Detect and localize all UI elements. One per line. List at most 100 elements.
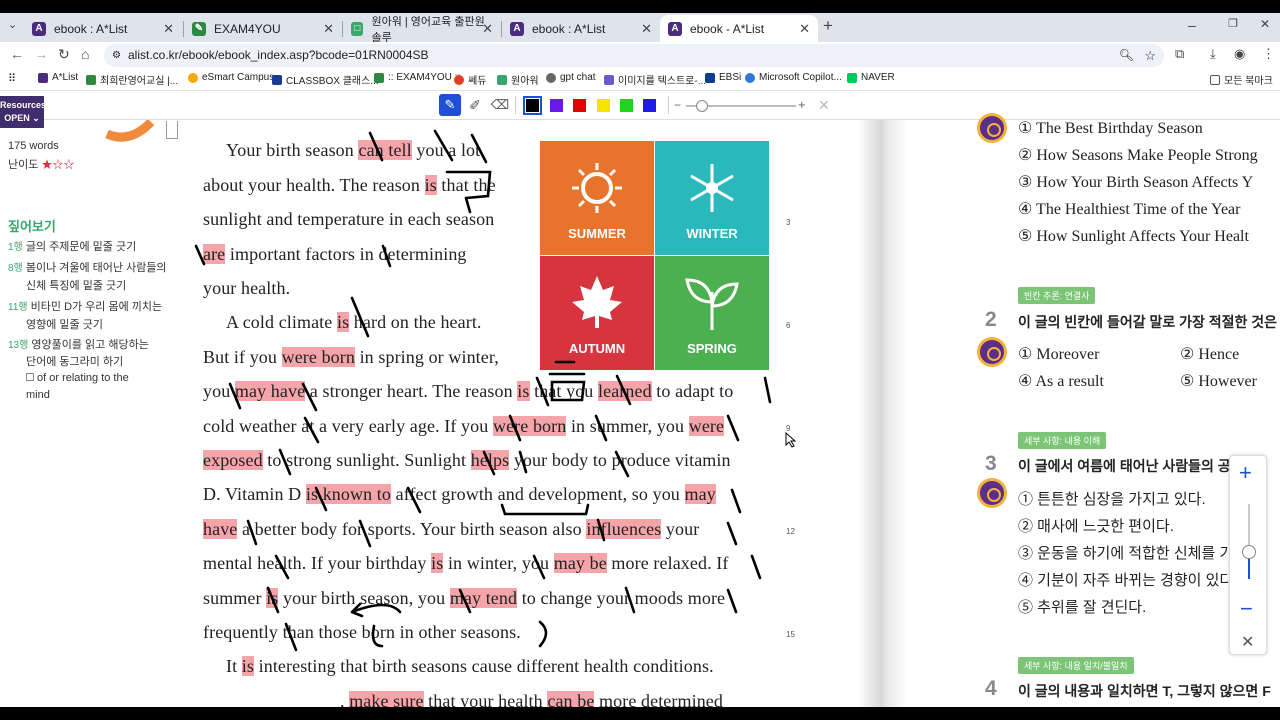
gloss: of or relating to the: [26, 372, 129, 384]
passage-line: frequently than those born in other seas…: [203, 622, 521, 642]
minimize-icon[interactable]: –: [1188, 17, 1196, 33]
tab-search-icon[interactable]: ⌄: [8, 18, 17, 31]
extensions-icon[interactable]: ⧉: [1175, 46, 1184, 62]
eraser-tool-button[interactable]: ⌫: [489, 94, 511, 116]
reload-icon[interactable]: ↻: [58, 46, 70, 63]
bookmark-item[interactable]: 이미지를 텍스트로-...: [604, 72, 706, 87]
zoom-in-button[interactable]: +: [1239, 460, 1252, 486]
zoom-out-button[interactable]: −: [1240, 596, 1253, 622]
seasons-image: SUMMER WINTER AUTUMN SPRING: [540, 141, 769, 370]
apps-icon[interactable]: ⠿: [8, 72, 16, 85]
color-purple-swatch[interactable]: [550, 99, 563, 112]
q2-option[interactable]: ⑤ However: [1180, 371, 1257, 391]
stroke-plus-button[interactable]: +: [798, 97, 806, 112]
tab-1[interactable]: A ebook : A*List ✕: [24, 15, 182, 42]
wonhour-favicon-icon: □: [351, 21, 364, 36]
tab-4[interactable]: A ebook : A*List ✕: [502, 15, 660, 42]
q1-option[interactable]: ② How Seasons Make People Strong: [1018, 145, 1258, 165]
q1-option[interactable]: ④ The Healthiest Time of the Year: [1018, 199, 1240, 219]
color-yellow-swatch[interactable]: [597, 99, 610, 112]
bookmark-item[interactable]: NAVER: [847, 72, 895, 83]
q1-option[interactable]: ⑤ How Sunlight Affects Your Healt: [1018, 226, 1249, 246]
answer-key-icon[interactable]: [977, 478, 1007, 508]
q3-option[interactable]: ⑤ 추위를 잘 견딘다.: [1018, 596, 1146, 617]
passage-line: have a better body for sports. Your birt…: [203, 519, 700, 539]
q2-option[interactable]: ① Moreover: [1018, 344, 1099, 364]
close-icon[interactable]: ✕: [323, 21, 334, 37]
q2-option[interactable]: ② Hence: [1180, 344, 1239, 364]
tab-5-active[interactable]: A ebook - A*List ✕: [660, 15, 818, 42]
q3-option[interactable]: ④ 기분이 자주 바뀌는 경향이 있다: [1018, 569, 1233, 590]
answer-key-icon[interactable]: [977, 337, 1007, 367]
color-black-swatch[interactable]: [523, 96, 542, 115]
profile-icon[interactable]: ◉: [1234, 46, 1245, 62]
window-close-icon[interactable]: ✕: [1260, 17, 1270, 31]
note-item-cont: 신체 특징에 밑줄 긋기: [26, 280, 127, 292]
bookmark-item[interactable]: EBSi: [705, 72, 741, 83]
home-icon[interactable]: ⌂: [81, 46, 89, 62]
bookmark-item[interactable]: eSmart Campus: [188, 72, 274, 83]
zoom-slider-handle[interactable]: [1242, 545, 1256, 559]
mouse-cursor-icon: [785, 432, 797, 448]
passage-line: mental health. If your birthday is in wi…: [203, 553, 729, 573]
stroke-width-slider[interactable]: [686, 100, 796, 112]
bookmarks-folder[interactable]: 모든 북마크: [1210, 72, 1273, 87]
bookmark-item[interactable]: 쎄듀: [454, 72, 486, 87]
line-number: 15: [786, 630, 795, 639]
restore-icon[interactable]: ❐: [1228, 17, 1238, 30]
pen-tool-button[interactable]: ✎: [439, 94, 461, 116]
q3-title: 이 글에서 여름에 태어난 사람들의 공: [1018, 458, 1231, 474]
q3-option[interactable]: ① 튼튼한 심장을 가지고 있다.: [1018, 488, 1206, 509]
close-icon[interactable]: ✕: [641, 21, 652, 37]
stroke-minus-button[interactable]: −: [674, 98, 681, 112]
q2-number: 2: [985, 308, 997, 331]
zoom-icon[interactable]: 🔍︎: [1119, 44, 1134, 67]
page-bookmark-icon[interactable]: [166, 121, 178, 139]
forward-icon[interactable]: →: [34, 46, 48, 62]
site-info-icon[interactable]: ⚙: [112, 44, 121, 67]
bookmark-item[interactable]: 원아워: [497, 72, 539, 87]
q2-option[interactable]: ④ As a result: [1018, 371, 1104, 391]
q1-option[interactable]: ③ How Your Birth Season Affects Y: [1018, 172, 1253, 192]
bookmark-item[interactable]: 최희란영어교실 |...: [86, 72, 178, 87]
bookmark-item[interactable]: A*List: [38, 72, 78, 83]
q3-option[interactable]: ③ 운동을 하기에 적합한 신체를 가: [1018, 542, 1233, 563]
close-icon[interactable]: ✕: [163, 21, 174, 37]
gloss-cont: mind: [26, 389, 50, 401]
tab-2[interactable]: ✎ EXAM4YOU ✕: [184, 15, 342, 42]
url-field[interactable]: ⚙ alist.co.kr/ebook/ebook_index.asp?bcod…: [104, 44, 1164, 67]
close-icon[interactable]: ✕: [482, 21, 493, 37]
bookmark-item[interactable]: CLASSBOX 클래스...: [272, 72, 379, 87]
color-blue-swatch[interactable]: [643, 99, 656, 112]
line-number: 6: [786, 321, 791, 330]
tab-title: 원아워 | 영어교육 출판원 솔루: [371, 15, 485, 44]
new-tab-button[interactable]: +: [823, 16, 833, 36]
bookmark-star-icon[interactable]: ☆: [1144, 44, 1156, 67]
difficulty: 난이도 ★☆☆: [8, 159, 75, 171]
highlighter-tool-button[interactable]: ✐: [464, 94, 486, 116]
book-gutter: [858, 120, 908, 707]
color-green-swatch[interactable]: [620, 99, 633, 112]
spring-tile: SPRING: [655, 256, 769, 370]
exam4you-favicon-icon: ✎: [192, 21, 206, 36]
q3-option[interactable]: ② 매사에 느긋한 편이다.: [1018, 515, 1174, 536]
menu-icon[interactable]: ⋮: [1262, 46, 1275, 62]
bookmark-item[interactable]: :: EXAM4YOU ::: [374, 72, 460, 83]
zoom-close-button[interactable]: ✕: [1241, 632, 1254, 652]
download-icon[interactable]: ⤓: [1210, 46, 1216, 62]
resources-button[interactable]: Resources OPEN ⌄: [0, 96, 47, 128]
sprout-icon: [685, 278, 739, 330]
q1-option[interactable]: ① The Best Birthday Season: [1018, 118, 1203, 138]
bookmark-item[interactable]: Microsoft Copilot...: [745, 72, 842, 83]
tab-3[interactable]: □ 원아워 | 영어교육 출판원 솔루 ✕: [343, 15, 501, 44]
color-red-swatch[interactable]: [573, 99, 586, 112]
slider-handle[interactable]: [696, 100, 708, 112]
close-tool-icon[interactable]: ✕: [818, 97, 830, 114]
close-icon[interactable]: ✕: [799, 21, 810, 37]
note-item: 13행 영양풀이를 읽고 해당하는: [8, 339, 149, 351]
back-icon[interactable]: ←: [10, 46, 24, 62]
answer-key-icon[interactable]: [977, 113, 1007, 143]
note-item: 1행 글의 주제문에 밑줄 긋기: [8, 241, 137, 253]
bookmark-item[interactable]: gpt chat: [546, 72, 596, 83]
resources-label: Resources: [0, 100, 47, 110]
